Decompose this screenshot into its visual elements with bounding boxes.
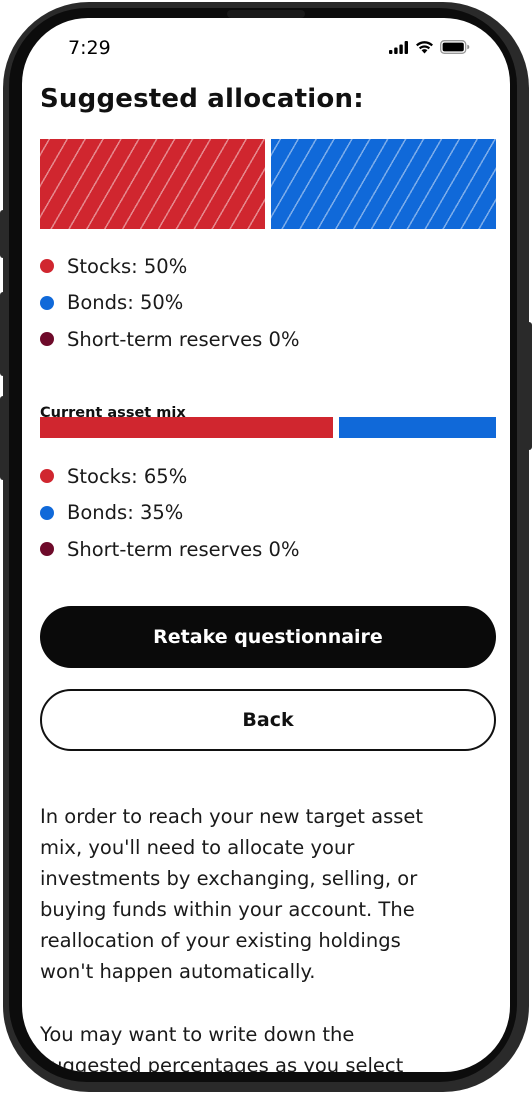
legend-item: Bonds: 50% [40, 285, 299, 322]
legend-dot [40, 542, 54, 557]
legend-label: Stocks: 50% [67, 254, 188, 278]
paragraph-line: won't happen automatically. [40, 960, 316, 983]
volume-down-button [0, 396, 6, 480]
status-time: 7:29 [68, 37, 111, 59]
cellular-signal-icon [389, 40, 408, 54]
legend-dot [40, 469, 54, 484]
legend-item: Stocks: 50% [40, 248, 299, 285]
reallocation-paragraph: In order to reach your new target asset … [40, 801, 496, 987]
paragraph-line: You may want to write down the [40, 1023, 355, 1046]
back-button[interactable]: Back [40, 689, 496, 751]
legend-dot [40, 295, 54, 310]
volume-up-button [0, 292, 6, 376]
status-icons [389, 40, 470, 54]
battery-icon [440, 40, 470, 54]
current-stocks-segment [40, 417, 333, 438]
screen: 7:29 Suggested allocation: Stocks: 50% B… [22, 18, 510, 1072]
current-legend: Stocks: 65% Bonds: 35% Short-term reserv… [40, 458, 299, 568]
page-title: Suggested allocation: [40, 84, 364, 114]
legend-dot [40, 332, 54, 347]
legend-item: Bonds: 35% [40, 495, 299, 532]
legend-item: Stocks: 65% [40, 458, 299, 495]
legend-label: Bonds: 35% [67, 501, 184, 525]
suggested-stocks-segment [40, 139, 265, 229]
suggested-bonds-segment [271, 139, 496, 229]
paragraph-line: buying funds within your account. The [40, 898, 415, 921]
legend-item: Short-term reserves 0% [40, 321, 299, 358]
legend-item: Short-term reserves 0% [40, 531, 299, 568]
suggested-legend: Stocks: 50% Bonds: 50% Short-term reserv… [40, 248, 299, 358]
write-down-paragraph: You may want to write down the suggested… [40, 1019, 496, 1072]
current-asset-mix-bar [40, 417, 496, 438]
legend-dot [40, 259, 54, 274]
legend-label: Bonds: 50% [67, 291, 184, 315]
legend-dot [40, 505, 54, 520]
paragraph-line: In order to reach your new target asset [40, 805, 424, 828]
current-bonds-segment [338, 417, 496, 438]
retake-questionnaire-button[interactable]: Retake questionnaire [40, 606, 496, 668]
legend-label: Short-term reserves 0% [67, 327, 300, 351]
paragraph-line: mix, you'll need to allocate your [40, 836, 355, 859]
paragraph-line: suggested percentages as you select [40, 1054, 404, 1072]
wifi-icon [416, 41, 433, 54]
suggested-allocation-bar [40, 139, 496, 229]
legend-label: Stocks: 65% [67, 464, 188, 488]
paragraph-line: reallocation of your existing holdings [40, 929, 401, 952]
paragraph-line: investments by exchanging, selling, or [40, 867, 418, 890]
power-button [526, 322, 532, 450]
speaker-notch [227, 10, 305, 18]
legend-label: Short-term reserves 0% [67, 537, 300, 561]
mute-switch [0, 210, 6, 258]
